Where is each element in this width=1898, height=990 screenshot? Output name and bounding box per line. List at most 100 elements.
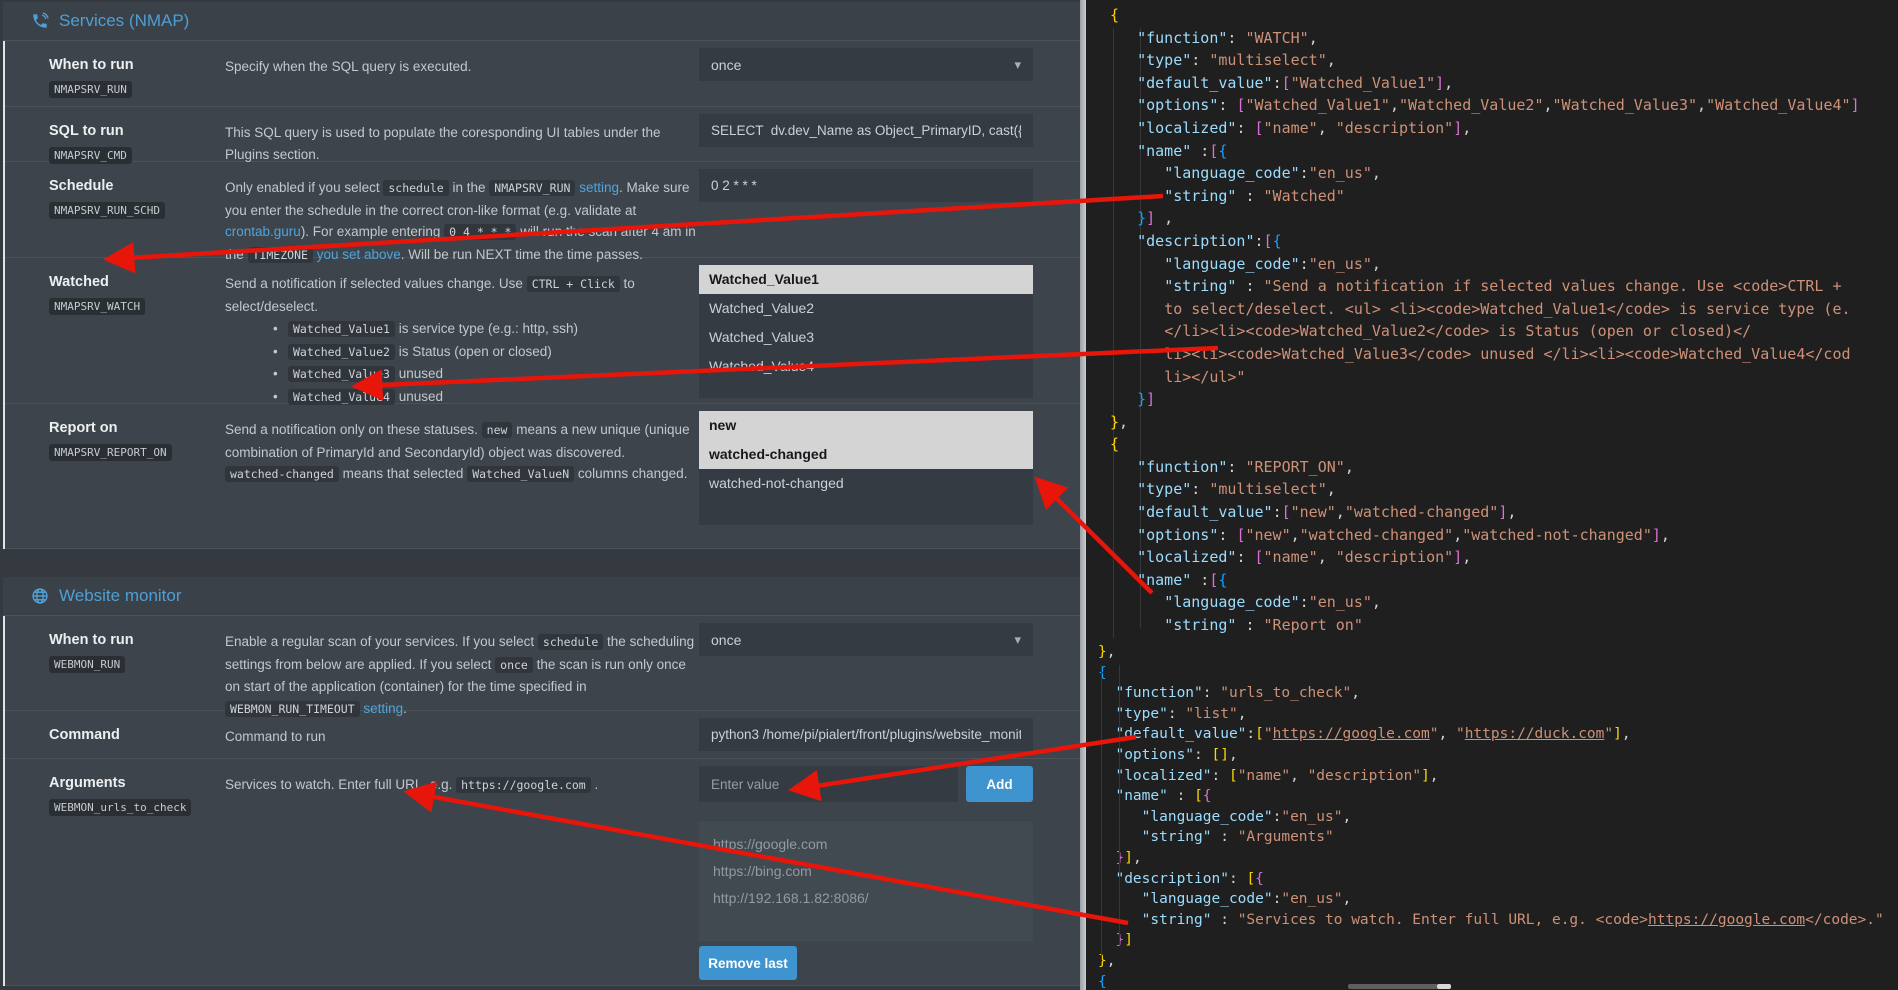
setting-row: ArgumentsWEBMON_urls_to_checkServices to… (3, 759, 1080, 986)
setting-description: Enable a regular scan of your services. … (225, 616, 699, 710)
code-line: "default_value":["https://google.com", "… (1098, 724, 1898, 745)
setting-key-badge: NMAPSRV_RUN (49, 81, 132, 98)
json-fragment-urls: },{ "function": "urls_to_check", "type":… (1086, 642, 1898, 990)
code-line: "description": [{ (1098, 869, 1898, 890)
code-line: "default_value":["Watched_Value1"], (1110, 72, 1898, 95)
inline-code-chip: schedule (538, 634, 603, 650)
code-line: "options": ["Watched_Value1","Watched_Va… (1110, 94, 1898, 117)
description-bullet-list: Watched_Value1 is service type (e.g.: ht… (225, 318, 699, 408)
setting-key-badge: NMAPSRV_RUN_SCHD (49, 202, 165, 219)
json-fragment-watch: { "function": "WATCH", "type": "multisel… (1086, 4, 1898, 659)
text-input[interactable] (699, 718, 1033, 751)
multiselect[interactable]: newwatched-changedwatched-not-changed (699, 411, 1033, 525)
setting-label-cell: ArgumentsWEBMON_urls_to_check (49, 759, 225, 985)
setting-row: SQL to runNMAPSRV_CMDThis SQL query is u… (3, 107, 1080, 162)
code-line: { (1098, 663, 1898, 684)
setting-key-badge: WEBMON_urls_to_check (49, 799, 191, 816)
inline-code-chip: Watched_Value3 (288, 366, 395, 382)
inline-code-chip: 0 4 * * * (444, 224, 516, 240)
setting-label: Command (49, 726, 225, 744)
setting-key-badge: WEBMON_RUN (49, 656, 125, 673)
code-line: "language_code":"en_us", (1110, 253, 1898, 276)
code-line: }, (1098, 951, 1898, 972)
code-line: "type": "multiselect", (1110, 478, 1898, 501)
code-line: li></ul>" (1110, 366, 1898, 389)
setting-control-cell (699, 107, 1033, 161)
url-list[interactable]: https://google.comhttps://bing.comhttp:/… (699, 821, 1033, 941)
code-line: "description":[{ (1110, 230, 1898, 253)
setting-description: Send a notification only on these status… (225, 404, 699, 548)
code-line: }] , (1110, 207, 1898, 230)
code-line: { (1110, 4, 1898, 27)
setting-control-cell: Add https://google.comhttps://bing.comhtt… (699, 759, 1033, 985)
code-line: "name" :[{ (1110, 140, 1898, 163)
code-line: "language_code":"en_us", (1098, 889, 1898, 910)
add-button[interactable]: Add (966, 766, 1033, 802)
text-input[interactable] (699, 169, 1033, 202)
code-line: "type": "multiselect", (1110, 49, 1898, 72)
multiselect-option[interactable]: new (699, 411, 1033, 440)
inline-code-chip: https://google.com (456, 777, 591, 793)
code-line: to select/deselect. <ul> <li><code>Watch… (1110, 298, 1898, 321)
text-input[interactable] (699, 114, 1033, 147)
multiselect-option[interactable]: watched-changed (699, 440, 1033, 469)
setting-label-cell: Command (49, 711, 225, 758)
code-line: "function": "WATCH", (1110, 27, 1898, 50)
multiselect-option[interactable]: Watched_Value3 (699, 323, 1033, 352)
inline-link[interactable]: setting (579, 180, 619, 195)
select-value: once (711, 57, 741, 73)
inline-link[interactable]: crontab.guru (225, 224, 301, 239)
setting-label: Report on (49, 419, 225, 437)
settings-panel: Services (NMAP) When to runNMAPSRV_RUNSp… (0, 0, 1080, 990)
section-header: Website monitor (3, 577, 1080, 616)
inline-code-chip: once (495, 657, 533, 673)
multiselect[interactable]: Watched_Value1Watched_Value2Watched_Valu… (699, 265, 1033, 398)
code-line: </li><li><code>Watched_Value2</code> is … (1110, 320, 1898, 343)
inline-code-chip: CTRL + Click (527, 276, 620, 292)
setting-row: WatchedNMAPSRV_WATCHSend a notification … (3, 258, 1080, 404)
setting-key-badge: NMAPSRV_REPORT_ON (49, 444, 172, 461)
multiselect-option[interactable]: watched-not-changed (699, 469, 1033, 498)
code-line: "type": "list", (1098, 704, 1898, 725)
multiselect-option[interactable]: Watched_Value4 (699, 352, 1033, 381)
code-line: "language_code":"en_us", (1110, 162, 1898, 185)
list-item: Watched_Value2 is Status (open or closed… (273, 341, 699, 364)
code-line: "string" : "Report on" (1110, 614, 1898, 637)
code-line: "language_code":"en_us", (1110, 591, 1898, 614)
list-value-input[interactable] (699, 766, 958, 802)
code-line: "language_code":"en_us", (1098, 807, 1898, 828)
remove-last-button[interactable]: Remove last (699, 946, 797, 980)
setting-description: This SQL query is used to populate the c… (225, 107, 699, 161)
list-item: Watched_Value3 unused (273, 363, 699, 386)
multiselect-option[interactable]: Watched_Value2 (699, 294, 1033, 323)
setting-row: When to runNMAPSRV_RUNSpecify when the S… (3, 41, 1080, 107)
section-header: Services (NMAP) (3, 2, 1080, 41)
chevron-down-icon: ▾ (1014, 57, 1021, 73)
section-title: Services (NMAP) (59, 11, 189, 31)
setting-description: Specify when the SQL query is executed. (225, 41, 699, 106)
setting-label: SQL to run (49, 122, 225, 140)
setting-label-cell: WatchedNMAPSRV_WATCH (49, 258, 225, 403)
setting-description: Only enabled if you select schedule in t… (225, 162, 699, 257)
horizontal-scrollbar[interactable] (1348, 984, 1438, 989)
code-line: { (1098, 972, 1898, 990)
code-line: "string" : "Watched" (1110, 185, 1898, 208)
horizontal-scrollbar-thumb[interactable] (1437, 984, 1451, 989)
code-line: "options": ["new","watched-changed","wat… (1110, 524, 1898, 547)
select-input[interactable]: once ▾ (699, 48, 1033, 81)
setting-row: ScheduleNMAPSRV_RUN_SCHDOnly enabled if … (3, 162, 1080, 258)
url-list-item: https://google.com (713, 831, 1019, 858)
screenshot-root: Services (NMAP) When to runNMAPSRV_RUNSp… (0, 0, 1898, 990)
setting-row: When to runWEBMON_RUNEnable a regular sc… (3, 616, 1080, 711)
multiselect-option[interactable]: Watched_Value1 (699, 265, 1033, 294)
json-config-editor[interactable]: { "function": "WATCH", "type": "multisel… (1086, 0, 1898, 990)
select-input[interactable]: once▾ (699, 623, 1033, 656)
code-line: }], (1098, 848, 1898, 869)
select-value: once (711, 632, 741, 648)
inline-code-chip: Watched_Value4 (288, 389, 395, 405)
setting-label-cell: Report on NMAPSRV_REPORT_ON (49, 404, 225, 548)
setting-label: Watched (49, 273, 225, 291)
url-list-item: https://bing.com (713, 858, 1019, 885)
setting-description: Services to watch. Enter full URL, e.g. … (225, 759, 699, 985)
code-line: "localized": ["name", "description"], (1110, 117, 1898, 140)
